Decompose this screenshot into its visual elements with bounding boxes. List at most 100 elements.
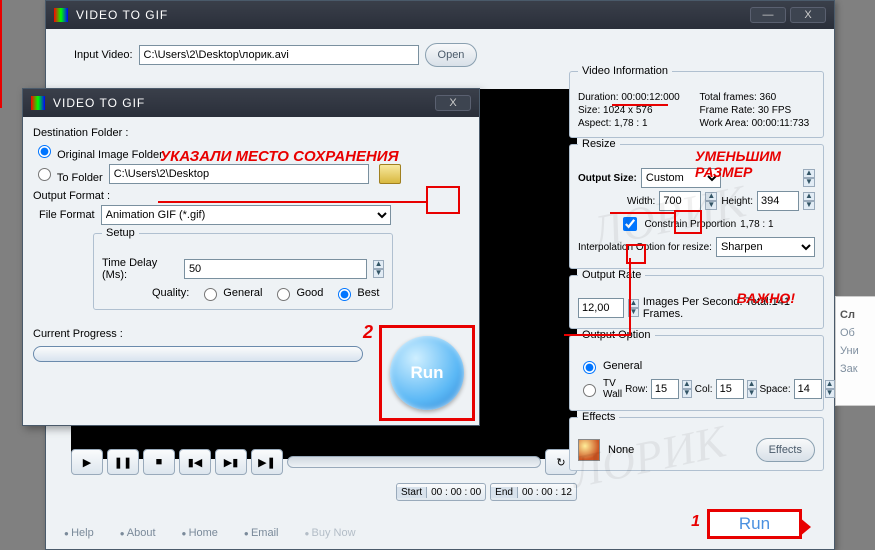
redline-4 xyxy=(610,212,674,214)
tofolder-radio[interactable] xyxy=(38,168,51,181)
run-main-button[interactable]: Run xyxy=(707,509,802,539)
dlg-close-button[interactable]: X xyxy=(435,95,471,111)
annotation-1-num: 1 xyxy=(691,513,700,531)
run-dlg-highlight: Run xyxy=(379,325,475,421)
redline-2 xyxy=(0,0,2,108)
help-link[interactable]: Help xyxy=(64,527,94,539)
resize-title: Resize xyxy=(578,138,620,150)
space-spin[interactable]: ▲▼ xyxy=(825,379,835,399)
row-label: Row: xyxy=(625,384,648,395)
close-button[interactable]: X xyxy=(790,7,826,23)
timedelay-input[interactable] xyxy=(184,259,367,279)
start-time-label: Start xyxy=(397,487,427,498)
space-input[interactable] xyxy=(794,379,822,399)
main-titlebar: VIDEO TO GIF — X xyxy=(46,1,834,29)
effects-title: Effects xyxy=(578,411,619,423)
effect-none: None xyxy=(608,444,634,456)
timedelay-spin[interactable]: ▲▼ xyxy=(373,259,384,279)
file-format-select[interactable]: Animation GIF (*.gif) xyxy=(101,205,391,225)
pause-button[interactable]: ❚❚ xyxy=(107,449,139,475)
play-button[interactable]: ▶ xyxy=(71,449,103,475)
redline-5 xyxy=(629,258,631,336)
output-rate-title: Output Rate xyxy=(578,269,645,281)
input-video-field[interactable] xyxy=(139,45,419,65)
col-label: Col: xyxy=(695,384,713,395)
dest-folder-label: Destination Folder : xyxy=(33,127,469,139)
start-time[interactable]: Start 00 : 00 : 00 xyxy=(396,483,486,501)
video-info-title: Video Information xyxy=(578,65,672,77)
quality-label: Quality: xyxy=(152,287,189,299)
col-spin[interactable]: ▲▼ xyxy=(747,379,757,399)
app-title: VIDEO TO GIF xyxy=(76,8,746,22)
width-spin[interactable]: ▲▼ xyxy=(705,191,717,211)
col-input[interactable] xyxy=(716,379,744,399)
effect-icon xyxy=(578,439,600,461)
general-radio[interactable] xyxy=(583,361,596,374)
row-spin[interactable]: ▲▼ xyxy=(682,379,692,399)
app-icon xyxy=(54,8,68,22)
side-ob[interactable]: Об xyxy=(840,327,871,339)
end-time-value: 00 : 00 : 12 xyxy=(518,487,576,498)
orig-radio[interactable] xyxy=(38,145,51,158)
q-good[interactable]: Good xyxy=(272,285,323,301)
home-link[interactable]: Home xyxy=(182,527,218,539)
setup-title: Setup xyxy=(102,227,139,239)
orig-radio-row[interactable]: Original Image Folder xyxy=(33,142,163,161)
info-workarea: Work Area: 00:00:11:733 xyxy=(700,118,816,129)
redline-6 xyxy=(564,334,630,336)
tofolder-input[interactable] xyxy=(109,164,369,184)
rate-input[interactable] xyxy=(578,298,624,318)
input-video-row: Input Video: Open xyxy=(74,43,826,67)
footer-links: Help About Home Email Buy Now xyxy=(64,527,356,539)
q-best[interactable]: Best xyxy=(333,285,379,301)
player-bar: ▶ ❚❚ ■ ▮◀ ▶▮ ▶❚ ↻ Start 00 : 00 : 00 End… xyxy=(71,449,577,501)
info-aspect: Aspect: 1,78 : 1 xyxy=(578,118,694,129)
about-link[interactable]: About xyxy=(120,527,156,539)
browse-folder-icon[interactable] xyxy=(379,164,401,184)
side-panel: Сл Об Уни Зак xyxy=(835,296,875,406)
dlg-app-icon xyxy=(31,96,45,110)
highlight-width xyxy=(674,210,702,234)
tvwall-radio-row[interactable]: TV Wall xyxy=(578,378,622,400)
annotation-reduce-size: УМЕНЬШИМ РАЗМЕР xyxy=(695,148,815,180)
file-format-label: File Format xyxy=(39,209,95,221)
info-size: Size: 1024 x 576 xyxy=(578,105,694,116)
interp-select[interactable]: Sharpen xyxy=(716,237,815,257)
buy-link[interactable]: Buy Now xyxy=(304,527,355,539)
annotation-important: ВАЖНО! xyxy=(737,290,795,306)
dlg-title: VIDEO TO GIF xyxy=(53,96,431,110)
minimize-button[interactable]: — xyxy=(750,7,786,23)
width-label: Width: xyxy=(627,196,655,207)
open-button[interactable]: Open xyxy=(425,43,478,67)
video-info-group: Video Information Duration: 00:00:12:000… xyxy=(569,71,824,138)
output-size-label: Output Size: xyxy=(578,173,637,184)
row-input[interactable] xyxy=(651,379,679,399)
constrain-checkbox[interactable] xyxy=(623,217,637,231)
width-input[interactable] xyxy=(659,191,701,211)
end-time-label: End xyxy=(491,487,518,498)
end-button[interactable]: ▶❚ xyxy=(251,449,283,475)
email-link[interactable]: Email xyxy=(244,527,279,539)
general-radio-row[interactable]: General xyxy=(578,358,815,374)
height-spin[interactable]: ▲▼ xyxy=(803,191,815,211)
run-dlg-button[interactable]: Run xyxy=(390,336,464,410)
seek-slider[interactable] xyxy=(287,456,541,468)
end-time[interactable]: End 00 : 00 : 12 xyxy=(490,483,577,501)
prev-button[interactable]: ▮◀ xyxy=(179,449,211,475)
dest-dialog: VIDEO TO GIF X Destination Folder : Orig… xyxy=(22,88,480,426)
q-general[interactable]: General xyxy=(199,285,262,301)
setup-group: Setup Time Delay (Ms): ▲▼ Quality: Gener… xyxy=(93,233,393,310)
height-label: Height: xyxy=(721,196,753,207)
info-duration: Duration: 00:00:12:000 xyxy=(578,92,694,103)
height-input[interactable] xyxy=(757,191,799,211)
tofolder-radio-row[interactable]: To Folder xyxy=(33,165,103,184)
side-un[interactable]: Уни xyxy=(840,345,871,357)
next-button[interactable]: ▶▮ xyxy=(215,449,247,475)
effects-button[interactable]: Effects xyxy=(756,438,815,462)
side-za[interactable]: Зак xyxy=(840,363,871,375)
constrain-value: 1,78 : 1 xyxy=(740,219,773,230)
progress-bar xyxy=(33,346,363,362)
tvwall-radio[interactable] xyxy=(583,384,596,397)
effects-group: Effects None Effects xyxy=(569,417,824,471)
stop-button[interactable]: ■ xyxy=(143,449,175,475)
